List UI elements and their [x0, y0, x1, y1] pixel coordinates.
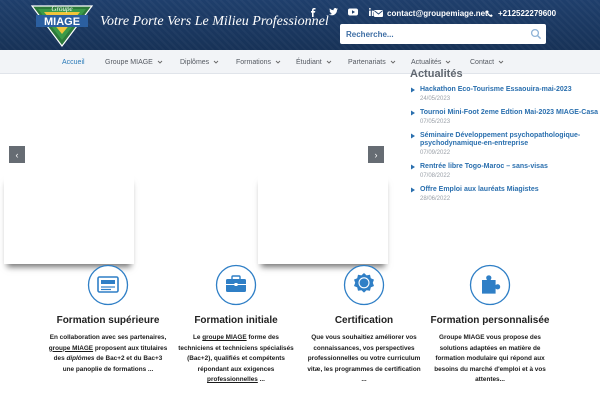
arrow-right-icon	[411, 110, 415, 116]
nav-item-formations[interactable]: Formations	[236, 50, 281, 74]
slider-prev-button[interactable]: ‹	[9, 146, 25, 163]
feature-text: Le	[193, 334, 203, 341]
site-tagline: Votre Porte Vers Le Milieu Professionnel	[100, 14, 329, 29]
arrow-right-icon	[411, 133, 415, 139]
nav-item-partenariats[interactable]: Partenariats	[348, 50, 396, 74]
news-item: Offre Emploi aux lauréats Miagistes 28/0…	[410, 186, 600, 203]
news-item: Séminaire Développement psychopathologiq…	[410, 132, 600, 157]
nav-item-groupe-miage[interactable]: Groupe MIAGE	[105, 50, 163, 74]
nav-label: Diplômes	[180, 58, 210, 66]
news-link[interactable]: Offre Emploi aux lauréats Miagistes	[420, 186, 600, 194]
nav-label: Contact	[470, 58, 495, 66]
feature-certification[interactable]: Certification Que vous souhaitiez amélio…	[304, 258, 424, 386]
feature-description: Le groupe MIAGE forme des techniciens et…	[176, 333, 296, 386]
social-links	[308, 7, 378, 17]
news-link[interactable]: Tournoi Mini-Foot 2eme Edtion Mai-2023 M…	[420, 109, 600, 117]
chevron-down-icon	[326, 60, 332, 64]
nav-item-accueil[interactable]: Accueil	[62, 50, 85, 74]
feature-formation-superieure[interactable]: Formation supérieure En collaboration av…	[48, 258, 168, 375]
arrow-right-icon	[411, 87, 415, 93]
news-date: 07/08/2022	[420, 173, 451, 179]
feature-text: Groupe MIAGE vous propose des solutions …	[434, 334, 546, 383]
certificate-icon	[343, 264, 385, 306]
news-date: 24/05/2023	[420, 96, 451, 102]
feature-title: Certification	[334, 315, 394, 326]
slider-next-button[interactable]: ›	[368, 146, 384, 163]
contact-phone-text: +212522279600	[498, 9, 557, 18]
nav-label: Actualités	[411, 58, 442, 66]
feature-text: En collaboration avec ses partenaires,	[49, 334, 167, 341]
feature-description: Groupe MIAGE vous propose des solutions …	[430, 333, 550, 386]
briefcase-icon	[215, 264, 257, 306]
features-section: Formation supérieure En collaboration av…	[0, 258, 600, 400]
news-item: Tournoi Mini-Foot 2eme Edtion Mai-2023 M…	[410, 109, 600, 126]
twitter-icon[interactable]	[328, 7, 338, 17]
feature-title: Formation personnalisée	[430, 315, 550, 326]
nav-item-diplomes[interactable]: Diplômes	[180, 50, 219, 74]
news-link[interactable]: Séminaire Développement psychopathologiq…	[420, 132, 600, 148]
chevron-down-icon	[157, 60, 163, 64]
contact-email[interactable]: contact@groupemiage.net	[374, 9, 488, 18]
chevron-down-icon	[275, 60, 281, 64]
feature-link[interactable]: groupe MIAGE	[202, 334, 246, 341]
news-list: Hackathon Eco-Tourisme Essaouira-mai-202…	[410, 86, 600, 203]
feature-title: Formation initiale	[194, 315, 278, 326]
feature-link[interactable]: groupe MIAGE	[49, 345, 93, 352]
arrow-right-icon	[411, 187, 415, 193]
chevron-down-icon	[213, 60, 219, 64]
logo-text-top: Groupe	[51, 5, 72, 13]
feature-formation-initiale[interactable]: Formation initiale Le groupe MIAGE forme…	[176, 258, 296, 386]
nav-label: Formations	[236, 58, 272, 66]
news-item: Rentrée libre Togo-Maroc – sans-visas 07…	[410, 163, 600, 180]
feature-text: ...	[257, 376, 265, 383]
nav-label: Partenariats	[348, 58, 386, 66]
contact-email-text: contact@groupemiage.net	[387, 9, 488, 18]
site-header: Groupe MIAGE Votre Porte Vers Le Milieu …	[0, 0, 600, 50]
hero-slider: ‹ ›	[0, 74, 392, 264]
phone-icon	[486, 9, 493, 17]
nav-item-etudiant[interactable]: Étudiant	[296, 50, 332, 74]
slide-card[interactable]	[258, 174, 388, 264]
news-sidebar: Actualités Hackathon Eco-Tourisme Essaou…	[410, 68, 600, 209]
groupe-miage-logo[interactable]: Groupe MIAGE	[30, 2, 94, 48]
chevron-down-icon	[446, 60, 451, 64]
graduation-icon	[87, 264, 129, 306]
nav-label: Accueil	[62, 58, 85, 66]
search-icon[interactable]	[530, 28, 542, 40]
slide-card[interactable]	[4, 174, 134, 264]
news-title: Actualités	[410, 68, 463, 80]
news-item: Hackathon Eco-Tourisme Essaouira-mai-202…	[410, 86, 600, 103]
facebook-icon[interactable]	[308, 7, 318, 17]
chevron-down-icon	[498, 60, 504, 64]
news-link[interactable]: Rentrée libre Togo-Maroc – sans-visas	[420, 163, 600, 171]
feature-title: Formation supérieure	[56, 315, 160, 326]
chevron-down-icon	[390, 60, 396, 64]
news-date: 07/05/2023	[420, 119, 451, 125]
search-box	[340, 24, 546, 45]
news-link[interactable]: Hackathon Eco-Tourisme Essaouira-mai-202…	[420, 86, 600, 94]
feature-link[interactable]: professionnelles	[207, 376, 258, 383]
nav-label: Groupe MIAGE	[105, 58, 153, 66]
search-input[interactable]	[340, 24, 520, 45]
arrow-right-icon	[411, 164, 415, 170]
puzzle-icon	[469, 264, 511, 306]
feature-description: En collaboration avec ses partenaires, g…	[48, 333, 168, 375]
feature-text: diplômes	[66, 355, 95, 362]
nav-label: Étudiant	[296, 58, 322, 66]
envelope-icon	[374, 10, 383, 17]
news-date: 07/09/2022	[420, 150, 451, 156]
news-date: 28/06/2022	[420, 196, 451, 202]
feature-description: Que vous souhaitiez améliorer vos connai…	[304, 333, 424, 386]
logo-text-main: MIAGE	[44, 16, 80, 28]
youtube-icon[interactable]	[348, 7, 358, 17]
feature-formation-personnalisee[interactable]: Formation personnalisée Groupe MIAGE vou…	[430, 258, 550, 386]
contact-phone[interactable]: +212522279600	[486, 9, 556, 18]
feature-text: Que vous souhaitiez améliorer vos connai…	[307, 334, 421, 383]
